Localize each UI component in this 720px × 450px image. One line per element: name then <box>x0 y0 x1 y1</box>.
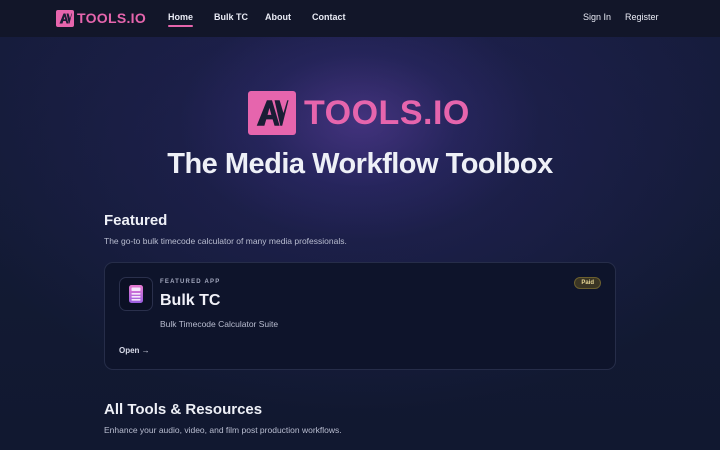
card-eyebrow: FEATURED APP <box>160 279 221 285</box>
av-logo-mark <box>256 100 289 126</box>
brand-logo[interactable]: TOOLS.IO <box>56 9 146 27</box>
card-description: Bulk Timecode Calculator Suite <box>160 319 279 329</box>
featured-app-card[interactable]: FEATURED APP Bulk TC Bulk Timecode Calcu… <box>104 262 616 370</box>
featured-heading: Featured <box>104 212 168 229</box>
open-app-link[interactable]: Open → <box>119 346 150 355</box>
featured-subtitle: The go-to bulk timecode calculator of ma… <box>104 236 347 246</box>
register-link[interactable]: Register <box>625 12 659 22</box>
top-navbar: TOOLS.IO Home Bulk TC About Contact Sign… <box>0 0 720 37</box>
nav-about[interactable]: About <box>265 12 291 22</box>
paid-badge: Paid <box>574 277 601 289</box>
hero-brand-name: TOOLS.IO <box>304 93 470 132</box>
av-logo-mark <box>59 13 72 23</box>
nav-home[interactable]: Home <box>168 12 194 27</box>
av-logo-icon <box>248 91 296 135</box>
all-tools-heading: All Tools & Resources <box>104 401 263 418</box>
all-tools-subtitle: Enhance your audio, video, and film post… <box>104 425 342 435</box>
hero-logo: TOOLS.IO <box>248 91 470 135</box>
page-title: The Media Workflow Toolbox <box>167 148 553 180</box>
card-title: Bulk TC <box>160 292 221 309</box>
calculator-icon <box>119 277 153 311</box>
brand-name: TOOLS.IO <box>77 10 147 26</box>
nav-contact[interactable]: Contact <box>312 12 346 22</box>
av-logo-icon <box>56 9 74 27</box>
nav-bulk-tc[interactable]: Bulk TC <box>214 12 248 22</box>
sign-in-link[interactable]: Sign In <box>583 12 611 22</box>
